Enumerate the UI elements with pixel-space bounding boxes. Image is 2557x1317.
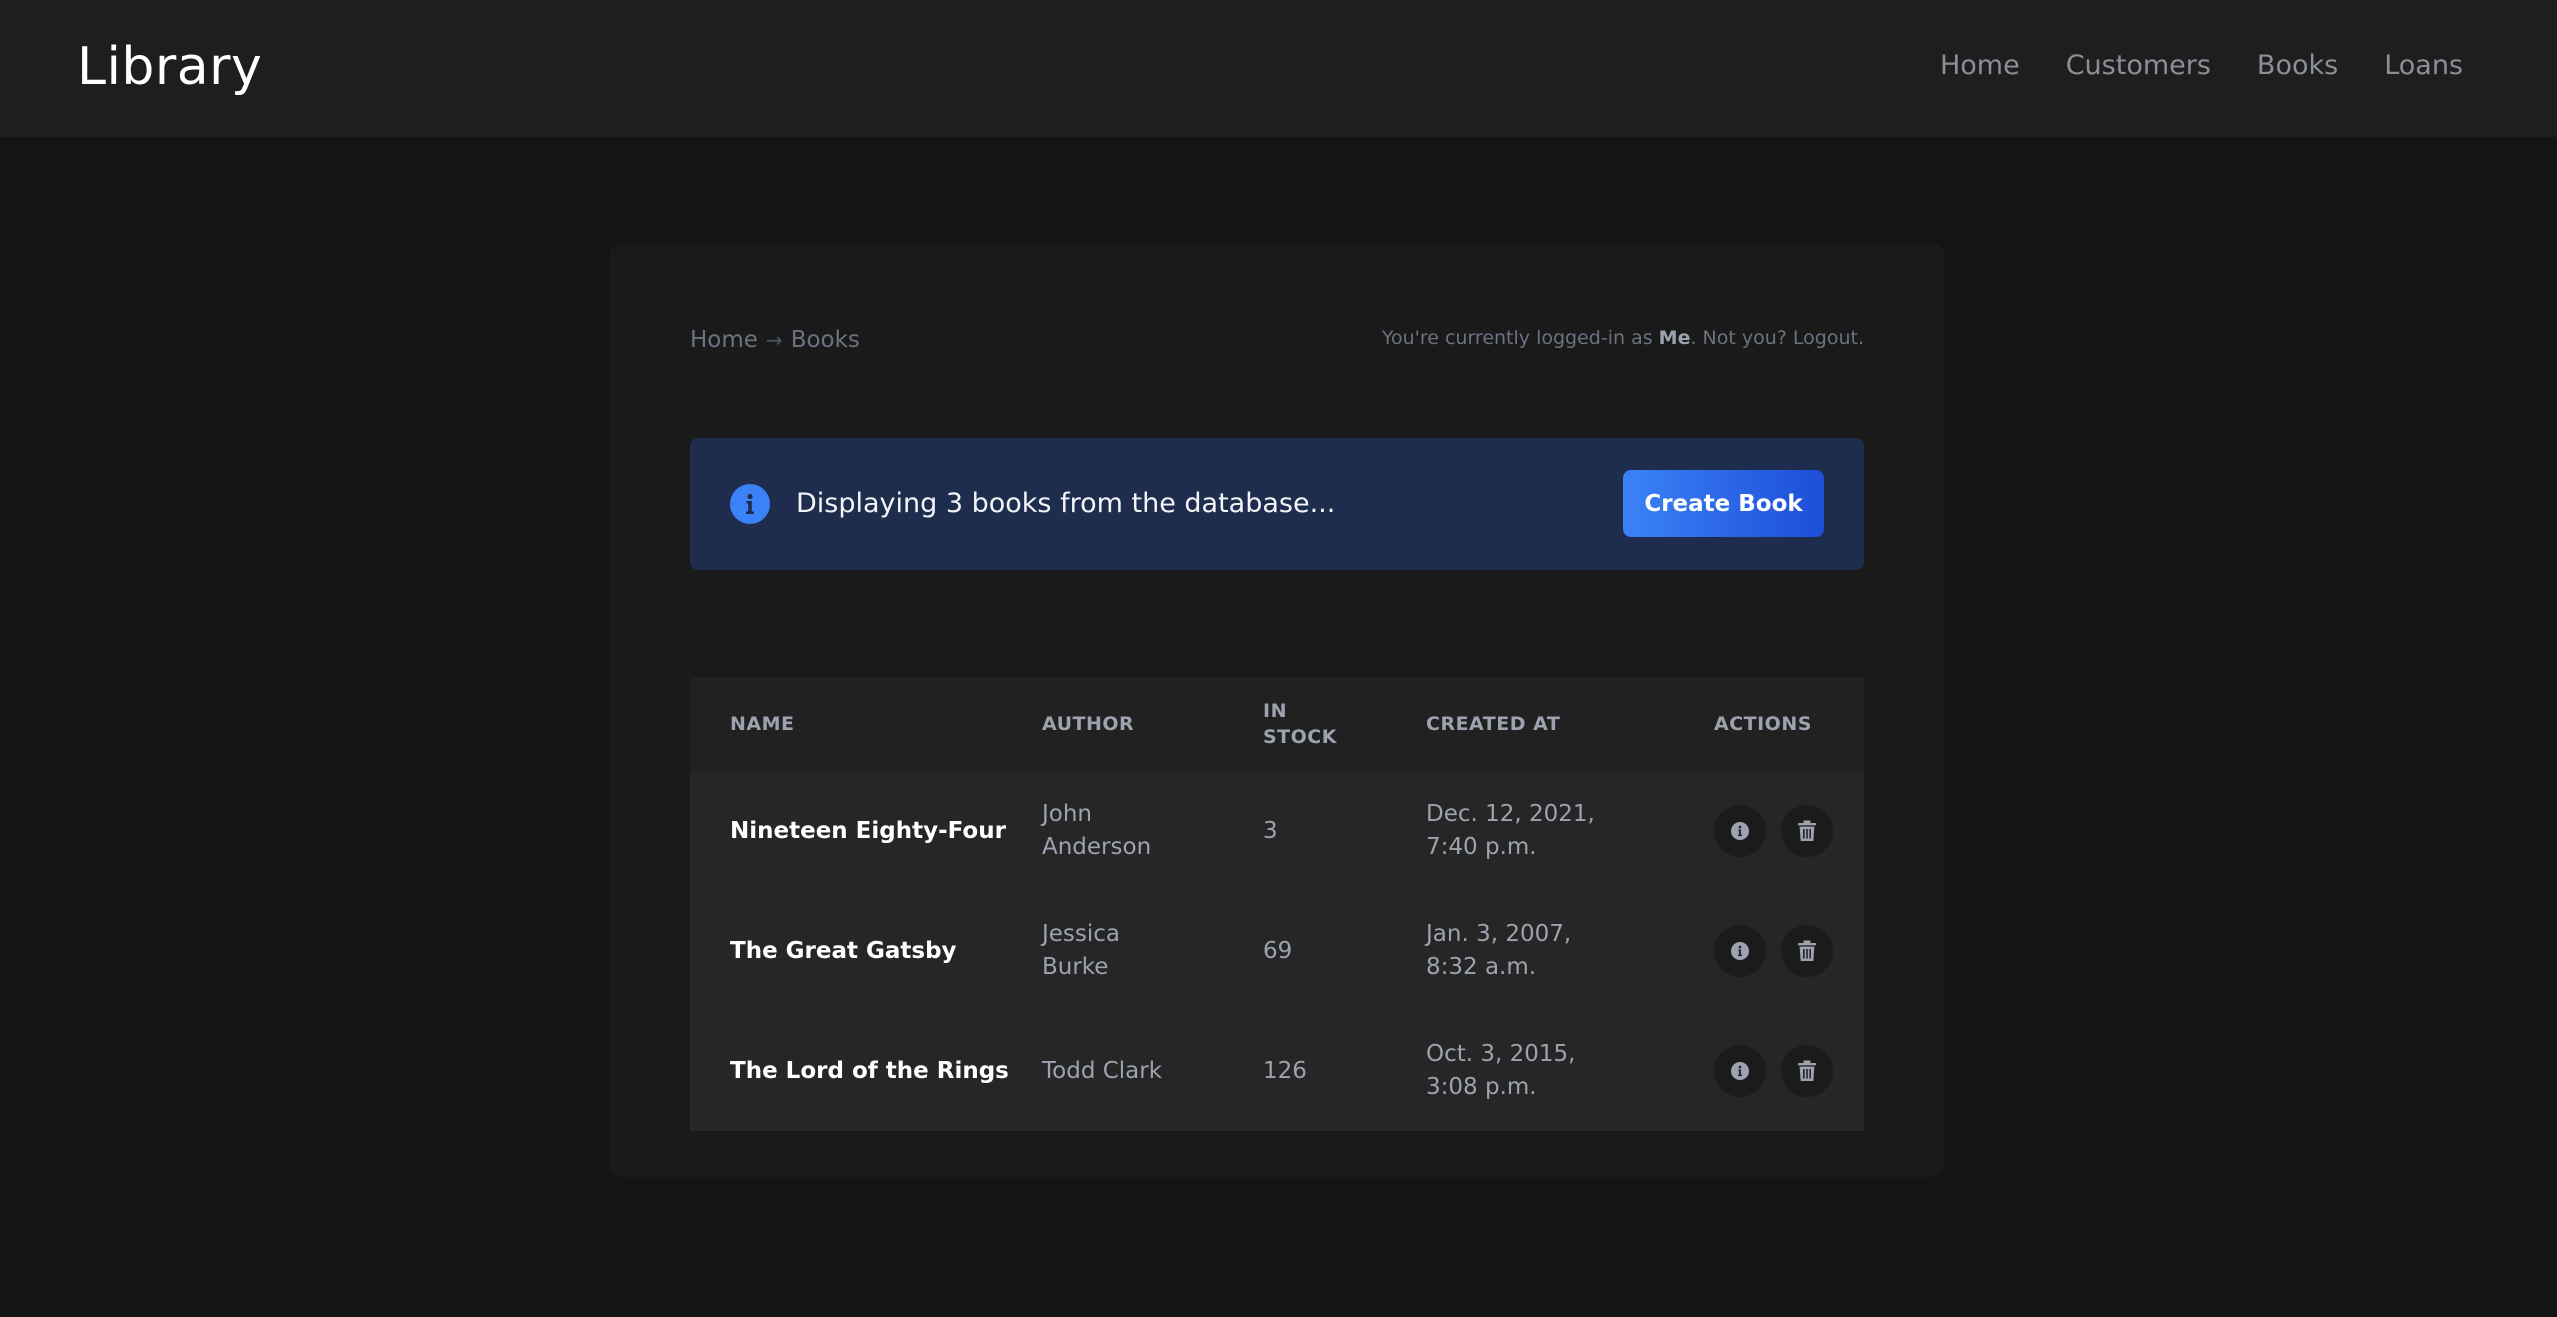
table-header: Name Author In Stock Created At Actions bbox=[690, 677, 1864, 771]
book-created-at: Dec. 12, 2021, 7:40 p.m. bbox=[1426, 801, 1595, 860]
column-header-in-stock: In Stock bbox=[1263, 700, 1337, 748]
info-circle-icon bbox=[730, 484, 770, 524]
column-header-author: Author bbox=[1042, 713, 1135, 735]
info-alert: Displaying 3 books from the database... … bbox=[690, 438, 1864, 570]
nav-loans[interactable]: Loans bbox=[2384, 46, 2463, 86]
row-actions bbox=[1714, 805, 1833, 857]
table-row: The Lord of the Rings Todd Clark 126 Oct… bbox=[690, 1011, 1864, 1131]
column-header-created-at: Created At bbox=[1426, 713, 1561, 735]
book-name: The Great Gatsby bbox=[730, 938, 957, 964]
column-header-name: Name bbox=[730, 713, 795, 735]
trash-icon bbox=[1798, 820, 1816, 841]
table-row: Nineteen Eighty-Four John Anderson 3 Dec… bbox=[690, 771, 1864, 891]
top-navbar: Library Home Customers Books Loans bbox=[0, 0, 2557, 137]
info-icon bbox=[1731, 822, 1749, 840]
delete-book-button[interactable] bbox=[1781, 925, 1833, 977]
brand-title[interactable]: Library bbox=[77, 33, 262, 101]
info-icon bbox=[1731, 942, 1749, 960]
info-icon bbox=[1731, 1062, 1749, 1080]
alert-message: Displaying 3 books from the database... bbox=[796, 488, 1336, 519]
view-book-button[interactable] bbox=[1714, 805, 1766, 857]
table-row: The Great Gatsby Jessica Burke 69 Jan. 3… bbox=[690, 891, 1864, 1011]
logout-link[interactable]: Logout. bbox=[1793, 327, 1864, 349]
content-card: Home → Books You're currently logged-in … bbox=[610, 243, 1944, 1177]
login-user: Me bbox=[1658, 327, 1691, 349]
book-created-at: Oct. 3, 2015, 3:08 p.m. bbox=[1426, 1041, 1576, 1100]
view-book-button[interactable] bbox=[1714, 1045, 1766, 1097]
book-created-at: Jan. 3, 2007, 8:32 a.m. bbox=[1426, 921, 1572, 980]
book-name: Nineteen Eighty-Four bbox=[730, 818, 1006, 844]
breadcrumb-books[interactable]: Books bbox=[791, 325, 860, 355]
book-stock: 126 bbox=[1263, 1058, 1307, 1084]
delete-book-button[interactable] bbox=[1781, 805, 1833, 857]
book-name: The Lord of the Rings bbox=[730, 1058, 1009, 1084]
book-stock: 3 bbox=[1263, 818, 1278, 844]
trash-icon bbox=[1798, 1060, 1816, 1081]
login-status: You're currently logged-in as Me. Not yo… bbox=[1382, 325, 1864, 351]
books-table: Name Author In Stock Created At Actions … bbox=[690, 677, 1864, 1131]
book-stock: 69 bbox=[1263, 938, 1293, 964]
login-prefix: You're currently logged-in as bbox=[1381, 327, 1659, 349]
book-author: Jessica Burke bbox=[1042, 921, 1121, 980]
breadcrumb-home[interactable]: Home bbox=[690, 325, 758, 355]
nav-home[interactable]: Home bbox=[1940, 46, 2020, 86]
delete-book-button[interactable] bbox=[1781, 1045, 1833, 1097]
nav-books[interactable]: Books bbox=[2257, 46, 2338, 86]
nav-customers[interactable]: Customers bbox=[2066, 46, 2211, 86]
view-book-button[interactable] bbox=[1714, 925, 1766, 977]
column-header-actions: Actions bbox=[1714, 713, 1812, 735]
row-actions bbox=[1714, 1045, 1833, 1097]
book-author: John Anderson bbox=[1042, 801, 1152, 860]
trash-icon bbox=[1798, 940, 1816, 961]
main-nav: Home Customers Books Loans bbox=[1940, 46, 2463, 86]
breadcrumb: Home → Books bbox=[690, 325, 860, 355]
create-book-button[interactable]: Create Book bbox=[1623, 470, 1824, 537]
row-actions bbox=[1714, 925, 1833, 977]
login-middle: . Not you? bbox=[1690, 327, 1793, 349]
breadcrumb-separator: → bbox=[765, 328, 783, 352]
book-author: Todd Clark bbox=[1042, 1058, 1163, 1084]
